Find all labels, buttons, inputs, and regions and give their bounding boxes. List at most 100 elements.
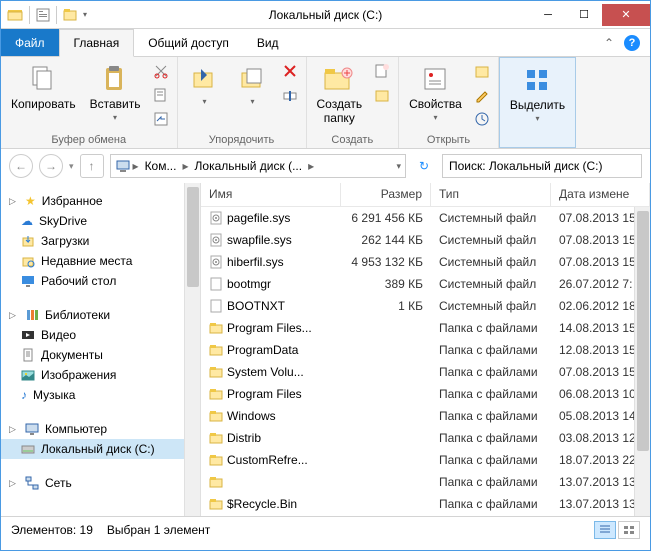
sidebar: ▷★Избранное ☁SkyDrive Загрузки Недавние … [1,183,201,516]
sys-icon [209,255,223,269]
copy-path-icon[interactable] [151,85,171,105]
table-row[interactable]: Program FilesПапка с файлами06.08.2013 1… [201,383,650,405]
images-icon [21,368,35,382]
computer-icon [25,422,39,436]
file-size: 6 291 456 КБ [341,209,431,227]
newitem-icon[interactable] [372,61,392,81]
table-row[interactable]: WindowsПапка с файлами05.08.2013 14 [201,405,650,427]
delete-icon[interactable] [280,61,300,81]
folder-icon [209,343,223,357]
search-input[interactable]: Поиск: Локальный диск (C:) [442,154,642,178]
sidebar-label: Изображения [41,368,116,382]
table-row[interactable]: swapfile.sys262 144 КБСистемный файл07.0… [201,229,650,251]
tab-share[interactable]: Общий доступ [134,29,243,56]
scrollbar-thumb[interactable] [637,211,649,451]
sidebar-item-recent[interactable]: Недавние места [1,251,200,271]
open-icon[interactable] [472,61,492,81]
breadcrumb-dropdown-icon[interactable]: ▾ [396,161,401,172]
group-open: Свойства ▾ Открыть [399,57,499,148]
qat-dropdown-icon[interactable]: ▾ [83,10,87,19]
sidebar-network[interactable]: ▷Сеть [1,473,200,493]
folder-icon [209,497,223,511]
edit-icon[interactable] [472,85,492,105]
file-type: Системный файл [431,231,551,249]
tri-icon: ▷ [9,478,19,489]
sidebar-scrollbar[interactable] [184,183,200,516]
col-date[interactable]: Дата измене [551,183,650,206]
cut-icon[interactable] [151,61,171,81]
chevron-right-icon[interactable]: ▸ [182,159,188,173]
close-button[interactable]: ✕ [602,4,650,26]
view-details-button[interactable] [594,521,616,539]
moveto-button[interactable]: ▾ [184,61,226,108]
music-icon: ♪ [21,388,27,402]
tab-home[interactable]: Главная [59,29,135,57]
table-row[interactable]: pagefile.sys6 291 456 КБСистемный файл07… [201,207,650,229]
sidebar-item-downloads[interactable]: Загрузки [1,231,200,251]
table-row[interactable]: Папка с файлами13.07.2013 13 [201,471,650,493]
easyaccess-icon[interactable] [372,85,392,105]
table-row[interactable]: hiberfil.sys4 953 132 КБСистемный файл07… [201,251,650,273]
group-clipboard-label: Буфер обмена [7,132,171,146]
sidebar-item-localdisk[interactable]: Локальный диск (C:) [1,439,200,459]
up-button[interactable]: ↑ [80,154,104,178]
forward-button[interactable]: → [39,154,63,178]
help-icon[interactable]: ? [624,35,640,51]
breadcrumb-segment[interactable]: Ком... [141,159,181,173]
chevron-right-icon[interactable]: ▸ [308,159,314,173]
newfolder-icon[interactable] [63,8,79,22]
scrollbar-thumb[interactable] [187,187,199,287]
filelist-scrollbar[interactable] [634,207,650,516]
table-row[interactable]: BOOTNXT1 КБСистемный файл02.06.2012 18 [201,295,650,317]
sidebar-item-desktop[interactable]: Рабочий стол [1,271,200,291]
recent-dropdown-icon[interactable]: ▾ [69,161,74,172]
breadcrumb-segment[interactable]: Локальный диск (... [191,159,307,173]
column-headers: Имя Размер Тип Дата измене [201,183,650,207]
properties-button[interactable]: Свойства ▾ [405,61,466,124]
back-button[interactable]: ← [9,154,33,178]
refresh-button[interactable]: ↻ [412,154,436,178]
view-icons-button[interactable] [618,521,640,539]
table-row[interactable]: bootmgr389 КБСистемный файл26.07.2012 7: [201,273,650,295]
col-type[interactable]: Тип [431,183,551,206]
table-row[interactable]: CustomRefre...Папка с файлами18.07.2013 … [201,449,650,471]
tab-file[interactable]: Файл [1,29,59,56]
copy-icon [27,63,59,95]
file-size [341,370,431,374]
sidebar-item-images[interactable]: Изображения [1,365,200,385]
table-row[interactable]: System Volu...Папка с файлами07.08.2013 … [201,361,650,383]
col-name[interactable]: Имя [201,183,341,206]
table-row[interactable]: DistribПапка с файлами03.08.2013 12 [201,427,650,449]
table-row[interactable]: $Recycle.BinПапка с файлами13.07.2013 13 [201,493,650,515]
rename-icon[interactable] [280,85,300,105]
file-size: 262 144 КБ [341,231,431,249]
minimize-button[interactable]: ─ [530,4,566,26]
ribbon: Копировать Вставить ▾ Буфер обмена ▾ ▾ [1,57,650,149]
sidebar-libraries[interactable]: ▷Библиотеки [1,305,200,325]
paste-shortcut-icon[interactable] [151,109,171,129]
download-icon [21,234,35,248]
sidebar-computer[interactable]: ▷Компьютер [1,419,200,439]
sidebar-item-skydrive[interactable]: ☁SkyDrive [1,211,200,231]
maximize-button[interactable]: ☐ [566,4,602,26]
copy-button[interactable]: Копировать [7,61,80,113]
table-row[interactable]: Program Files...Папка с файлами14.08.201… [201,317,650,339]
history-icon[interactable] [472,109,492,129]
paste-button[interactable]: Вставить ▾ [86,61,145,124]
sidebar-item-music[interactable]: ♪Музыка [1,385,200,405]
chevron-up-icon[interactable]: ⌃ [604,36,614,50]
sidebar-item-documents[interactable]: Документы [1,345,200,365]
copyto-button[interactable]: ▾ [232,61,274,108]
newfolder-button[interactable]: Создать папку [313,61,367,127]
tab-view[interactable]: Вид [243,29,293,56]
breadcrumb[interactable]: ▸ Ком... ▸ Локальный диск (... ▸ ▾ [110,154,406,178]
select-button[interactable]: Выделить ▾ [506,62,569,125]
sidebar-item-video[interactable]: Видео [1,325,200,345]
chevron-right-icon[interactable]: ▸ [133,159,139,173]
table-row[interactable]: ProgramDataПапка с файлами12.08.2013 15 [201,339,650,361]
file-type: Системный файл [431,275,551,293]
properties-icon[interactable] [36,8,50,22]
sidebar-favorites[interactable]: ▷★Избранное [1,191,200,211]
tri-icon: ▷ [9,196,19,207]
col-size[interactable]: Размер [341,183,431,206]
